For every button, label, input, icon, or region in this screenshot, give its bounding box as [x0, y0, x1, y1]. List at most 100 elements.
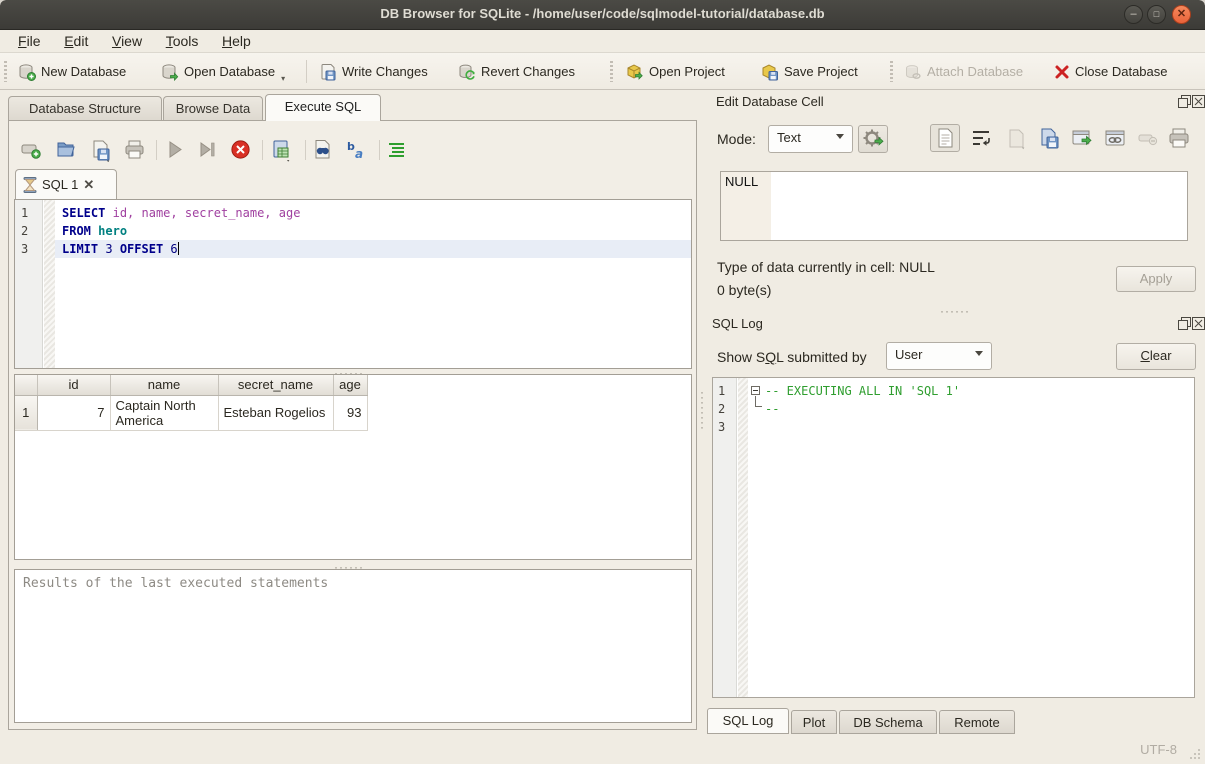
sql-doc-tab-label: SQL 1	[42, 177, 78, 192]
tab-execute-sql[interactable]: Execute SQL	[265, 94, 381, 121]
import-file-icon[interactable]	[1005, 127, 1027, 149]
open-database-dropdown-caret[interactable]: ▾	[281, 74, 285, 85]
sql-doc-tab[interactable]: SQL 1 ✕	[15, 169, 117, 199]
save-project-button[interactable]: Save Project	[755, 58, 864, 85]
sql-log-filter-label: Show SQL submitted by	[717, 349, 867, 365]
resize-grip[interactable]	[1189, 748, 1201, 760]
execute-all-icon[interactable]	[164, 139, 185, 160]
gear-icon	[859, 126, 887, 152]
menu-view[interactable]: View	[102, 30, 152, 52]
new-sql-tab-icon[interactable]	[21, 139, 42, 160]
new-database-button[interactable]: New Database	[12, 58, 132, 85]
export-cell-icon[interactable]	[1071, 127, 1093, 149]
text-mode-icon	[931, 125, 959, 151]
attach-database-button[interactable]: Attach Database	[898, 58, 1029, 85]
toolbar-drag-handle[interactable]	[890, 61, 893, 82]
menu-file[interactable]: File	[8, 30, 51, 52]
sql-doc-tab-close-icon[interactable]: ✕	[83, 177, 94, 193]
menubar: File Edit View Tools Help	[0, 30, 1205, 53]
open-project-button[interactable]: Open Project	[620, 58, 731, 85]
line-number: 3	[21, 242, 41, 260]
link-icon[interactable]	[1104, 127, 1126, 149]
cell-id[interactable]: 7	[37, 395, 110, 430]
close-database-icon	[1054, 64, 1070, 80]
revert-changes-button[interactable]: Revert Changes	[452, 58, 581, 85]
maximize-button[interactable]: □	[1147, 5, 1166, 24]
code-line-current[interactable]: LIMIT 3 OFFSET 6	[55, 240, 691, 258]
sql-editor[interactable]: 1 2 3 SELECT id, name, secret_name, age …	[14, 199, 692, 369]
minimize-button[interactable]: –	[1124, 5, 1143, 24]
dock-tab-plot[interactable]: Plot	[791, 710, 837, 734]
float-panel-icon[interactable]	[1178, 95, 1191, 108]
cell-editor[interactable]: NULL	[720, 171, 1188, 241]
fold-collapse-icon[interactable]	[751, 386, 760, 395]
apply-button[interactable]: Apply	[1116, 266, 1196, 292]
col-header-secret-name[interactable]: secret_name	[218, 375, 333, 395]
close-database-button[interactable]: Close Database	[1048, 58, 1174, 85]
window-title: DB Browser for SQLite - /home/user/code/…	[0, 6, 1205, 21]
save-as-icon[interactable]	[1038, 127, 1060, 149]
dock-tab-sql-log[interactable]: SQL Log	[707, 708, 789, 734]
code-line[interactable]: SELECT id, name, secret_name, age	[55, 204, 691, 222]
open-database-button[interactable]: Open Database ▾	[155, 58, 291, 85]
sql-log-view[interactable]: 1 2 3 -- EXECUTING ALL IN 'SQL 1' --	[712, 377, 1195, 698]
toolbar-drag-handle[interactable]	[610, 61, 613, 82]
menu-edit[interactable]: Edit	[54, 30, 98, 52]
tab-database-structure[interactable]: Database Structure	[8, 96, 162, 121]
execute-line-icon[interactable]	[197, 139, 218, 160]
cell-secret-name[interactable]: Esteban Rogelios	[218, 395, 333, 430]
editor-fold-margin	[44, 200, 55, 368]
menu-tools[interactable]: Tools	[156, 30, 209, 52]
dock-tab-remote[interactable]: Remote	[939, 710, 1015, 734]
auto-switch-mode-button[interactable]	[858, 125, 888, 153]
log-line: --	[765, 402, 779, 416]
cell-name[interactable]: Captain North America	[110, 395, 218, 430]
chevron-down-icon	[975, 351, 983, 356]
toolbar-separator	[306, 60, 307, 83]
open-project-icon	[626, 63, 644, 81]
close-button[interactable]: ✕	[1172, 5, 1191, 24]
write-changes-icon	[319, 63, 337, 81]
results-message-box[interactable]: Results of the last executed statements	[14, 569, 692, 723]
clear-log-button[interactable]: Clear	[1116, 343, 1196, 370]
replace-icon[interactable]: ba	[346, 139, 367, 160]
write-changes-button[interactable]: Write Changes	[313, 58, 434, 85]
find-icon[interactable]	[312, 139, 333, 160]
sql-log-panel-title: SQL Log	[712, 316, 763, 331]
dock-splitter[interactable]: ······	[940, 308, 970, 314]
open-sql-file-icon[interactable]	[55, 139, 76, 160]
col-header-age[interactable]: age	[333, 375, 367, 395]
svg-text:b: b	[347, 140, 355, 153]
cell-type-info: Type of data currently in cell: NULL	[717, 259, 935, 275]
word-wrap-icon[interactable]	[970, 127, 992, 149]
float-panel-icon[interactable]	[1178, 317, 1191, 330]
save-results-icon[interactable]	[270, 139, 291, 160]
toolbar-drag-handle[interactable]	[4, 61, 7, 82]
results-grid[interactable]: id name secret_name age 1 7 Captain Nort…	[14, 374, 692, 560]
format-sql-icon[interactable]	[387, 139, 408, 160]
close-panel-icon[interactable]	[1192, 317, 1205, 330]
line-number: 1	[21, 206, 41, 224]
set-null-icon[interactable]	[1137, 127, 1159, 149]
print-cell-icon[interactable]	[1168, 127, 1190, 149]
save-sql-file-icon[interactable]	[89, 139, 110, 160]
mode-select[interactable]: Text	[768, 125, 853, 153]
attach-database-icon	[904, 63, 922, 81]
main-vertical-splitter[interactable]: ········	[700, 390, 706, 430]
print-sql-icon[interactable]	[124, 139, 145, 160]
encoding-status: UTF-8	[1140, 742, 1177, 757]
menu-help[interactable]: Help	[212, 30, 261, 52]
tab-browse-data[interactable]: Browse Data	[163, 96, 263, 121]
col-header-name[interactable]: name	[110, 375, 218, 395]
code-line[interactable]: FROM hero	[55, 222, 691, 240]
open-database-icon	[161, 63, 179, 81]
col-header-id[interactable]: id	[37, 375, 110, 395]
sql-log-filter-select[interactable]: User	[886, 342, 992, 370]
text-mode-frame[interactable]	[930, 124, 960, 152]
stop-icon[interactable]	[230, 139, 251, 160]
cell-age[interactable]: 93	[333, 395, 367, 430]
close-panel-icon[interactable]	[1192, 95, 1205, 108]
table-row[interactable]: 1 7 Captain North America Esteban Rogeli…	[15, 395, 367, 430]
revert-changes-icon	[458, 63, 476, 81]
dock-tab-db-schema[interactable]: DB Schema	[839, 710, 937, 734]
